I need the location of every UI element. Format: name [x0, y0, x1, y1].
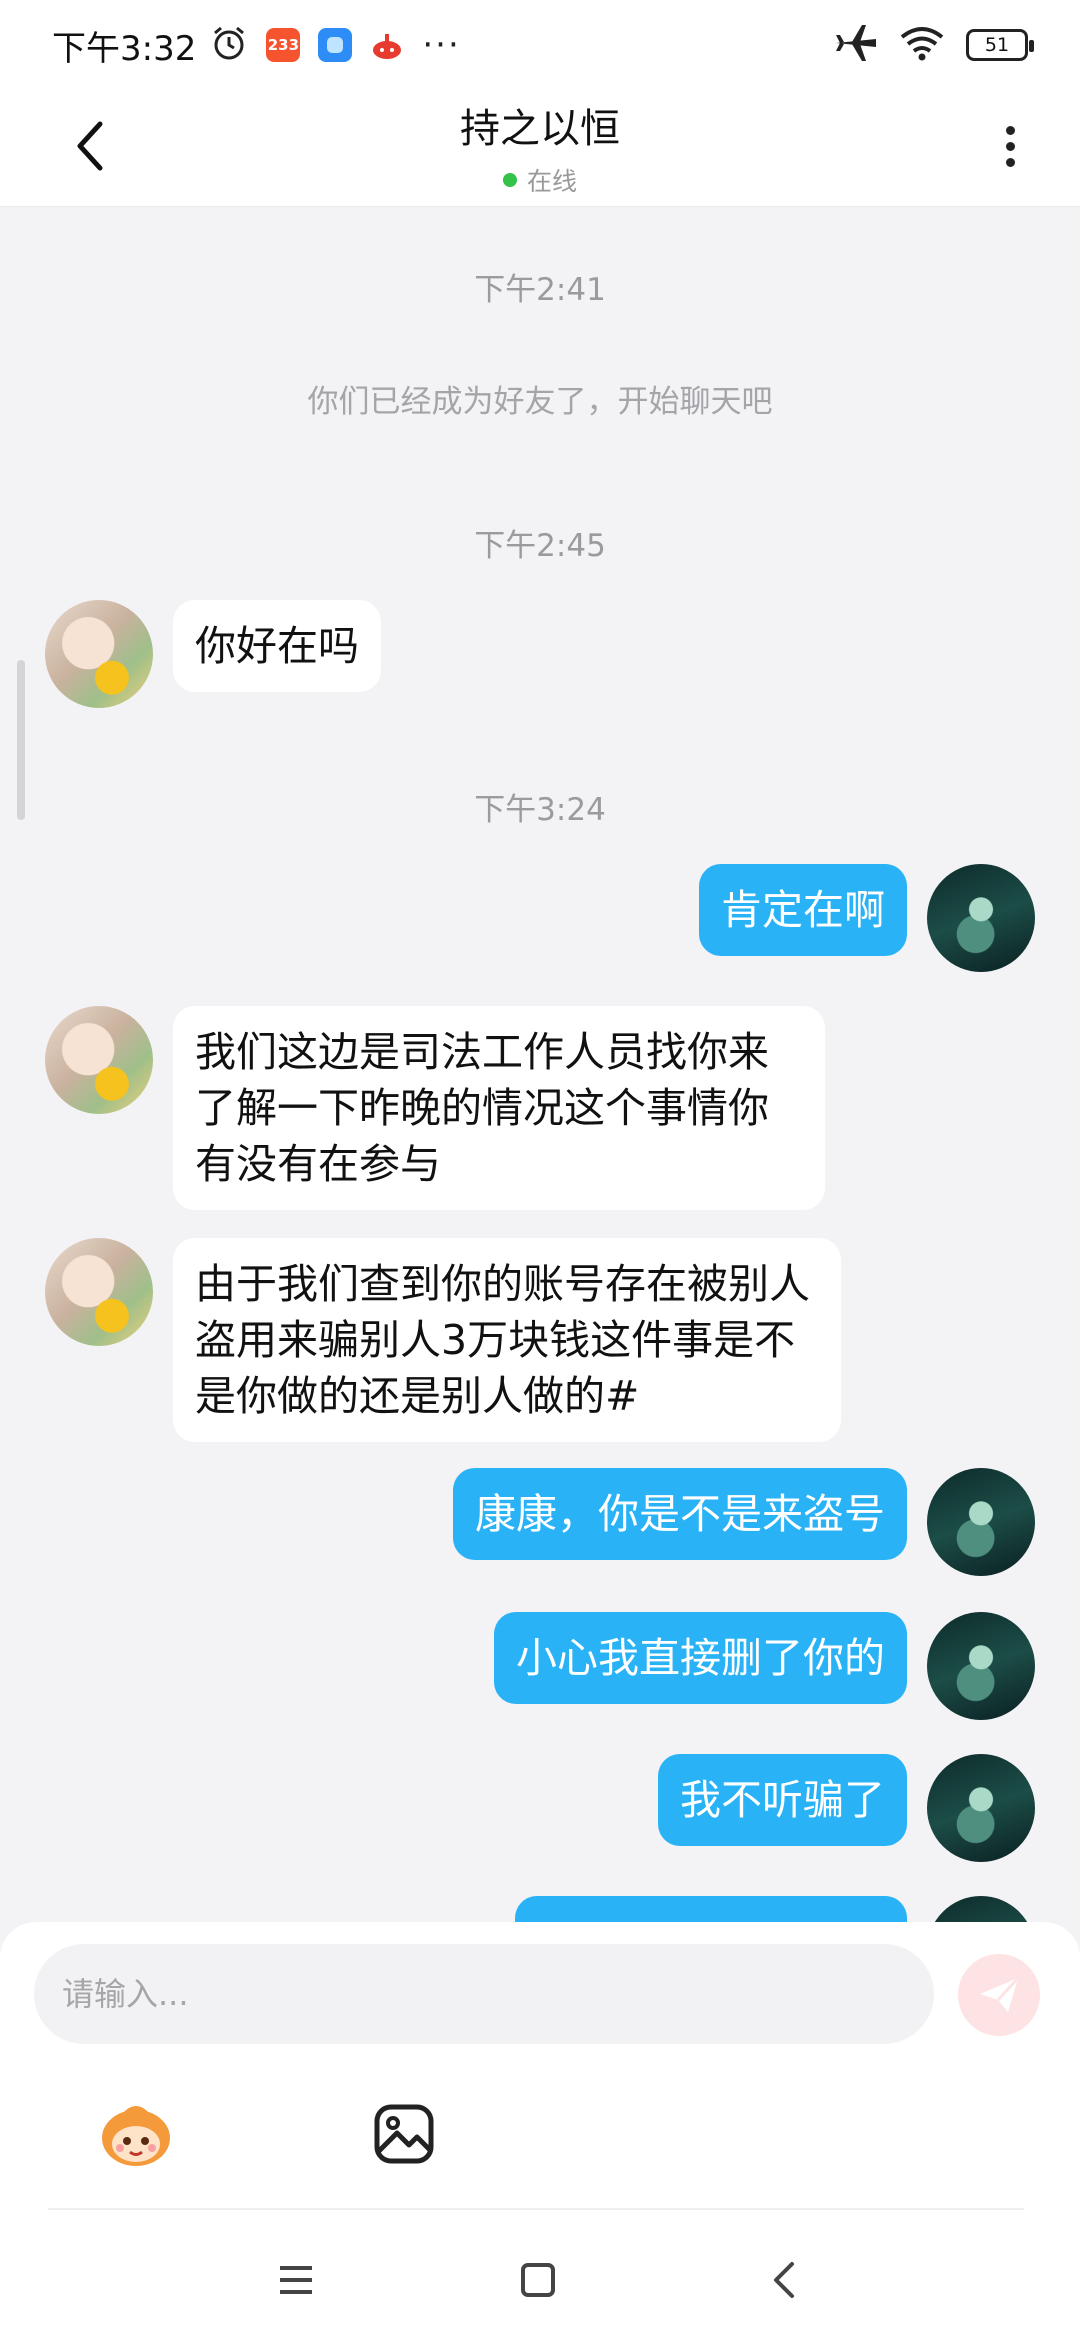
- timestamp: 下午2:41: [474, 272, 606, 308]
- send-plane-icon: [980, 1976, 1020, 2012]
- online-status: 在线: [0, 162, 1080, 198]
- message-input[interactable]: 请输入...: [34, 1944, 934, 2044]
- app-233-icon: 233: [266, 28, 301, 62]
- battery-icon: 51: [966, 29, 1034, 61]
- chat-title-block: 持之以恒 在线: [0, 96, 1080, 198]
- battery-level: 51: [984, 34, 1010, 56]
- wifi-icon: [900, 25, 944, 65]
- avatar[interactable]: [45, 1238, 153, 1346]
- mascot-emoji-icon: [102, 2106, 170, 2166]
- app-blue-icon: [318, 28, 353, 62]
- more-dot-icon: [1005, 141, 1015, 151]
- message-row: 小心我直接删了你的: [474, 1612, 1035, 1720]
- avatar[interactable]: [927, 1468, 1035, 1576]
- menu-nav-button[interactable]: [266, 2250, 326, 2310]
- message-bubble[interactable]: 小心我直接删了你的: [494, 1612, 907, 1704]
- message-row: 我不听骗了: [638, 1754, 1035, 1862]
- more-dot-icon: [1005, 157, 1015, 167]
- avatar[interactable]: [927, 864, 1035, 972]
- message-bubble[interactable]: 我们这边是司法工作人员找你来了解一下昨晚的情况这个事情你有没有在参与: [173, 1006, 825, 1210]
- app-233-label: 233: [267, 36, 300, 54]
- status-left-icons: 233 ···: [210, 24, 460, 66]
- chat-header: 持之以恒 在线: [0, 90, 1080, 207]
- message-row: 由于我们查到你的账号存在被别人盗用来骗别人3万块钱这件事是不是你做的还是别人做的…: [45, 1238, 861, 1442]
- avatar[interactable]: [927, 1754, 1035, 1862]
- message-row: 肯定在啊: [679, 864, 1035, 972]
- message-row: 你好在吗: [45, 600, 401, 708]
- avatar[interactable]: [927, 1612, 1035, 1720]
- message-bubble[interactable]: 你好在吗: [173, 600, 381, 692]
- status-time: 下午3:32: [52, 28, 197, 69]
- status-more-indicator: ···: [422, 25, 461, 65]
- message-bubble[interactable]: 康康，你是不是来盗号: [453, 1468, 907, 1560]
- timestamp: 下午2:45: [474, 528, 606, 564]
- online-status-label: 在线: [526, 167, 577, 196]
- back-nav-icon: [774, 2262, 794, 2298]
- message-bubble[interactable]: 由于我们查到你的账号存在被别人盗用来骗别人3万块钱这件事是不是你做的还是别人做的…: [173, 1238, 841, 1442]
- app-red-icon: [370, 28, 405, 62]
- status-right-icons: 51: [834, 23, 1034, 67]
- home-square-icon: [521, 2263, 555, 2297]
- divider: [48, 2208, 1024, 2210]
- more-options-button[interactable]: [980, 116, 1040, 176]
- alarm-icon: [210, 24, 248, 66]
- send-button[interactable]: [958, 1954, 1040, 2036]
- avatar[interactable]: [45, 1006, 153, 1114]
- home-nav-button[interactable]: [508, 2250, 568, 2310]
- more-dot-icon: [1005, 125, 1015, 135]
- message-row: 康康，你是不是来盗号: [433, 1468, 1035, 1576]
- back-nav-button[interactable]: [754, 2250, 814, 2310]
- avatar[interactable]: [45, 600, 153, 708]
- chat-title: 持之以恒: [460, 106, 620, 152]
- emoji-button[interactable]: [94, 2092, 178, 2176]
- status-bar: 下午3:32 233 ··· 51: [0, 0, 1080, 90]
- airplane-icon: [834, 23, 878, 67]
- image-button[interactable]: [362, 2092, 446, 2176]
- online-dot-icon: [502, 173, 517, 187]
- system-nav-bar: [0, 2220, 1080, 2340]
- image-icon: [374, 2104, 434, 2164]
- timestamp: 下午3:24: [474, 792, 606, 828]
- message-bubble[interactable]: 我不听骗了: [658, 1754, 907, 1846]
- message-bubble[interactable]: 肯定在啊: [699, 864, 907, 956]
- system-notice: 你们已经成为好友了，开始聊天吧: [307, 384, 773, 420]
- menu-icon: [280, 2266, 312, 2294]
- message-row: 我们这边是司法工作人员找你来了解一下昨晚的情况这个事情你有没有在参与: [45, 1006, 845, 1210]
